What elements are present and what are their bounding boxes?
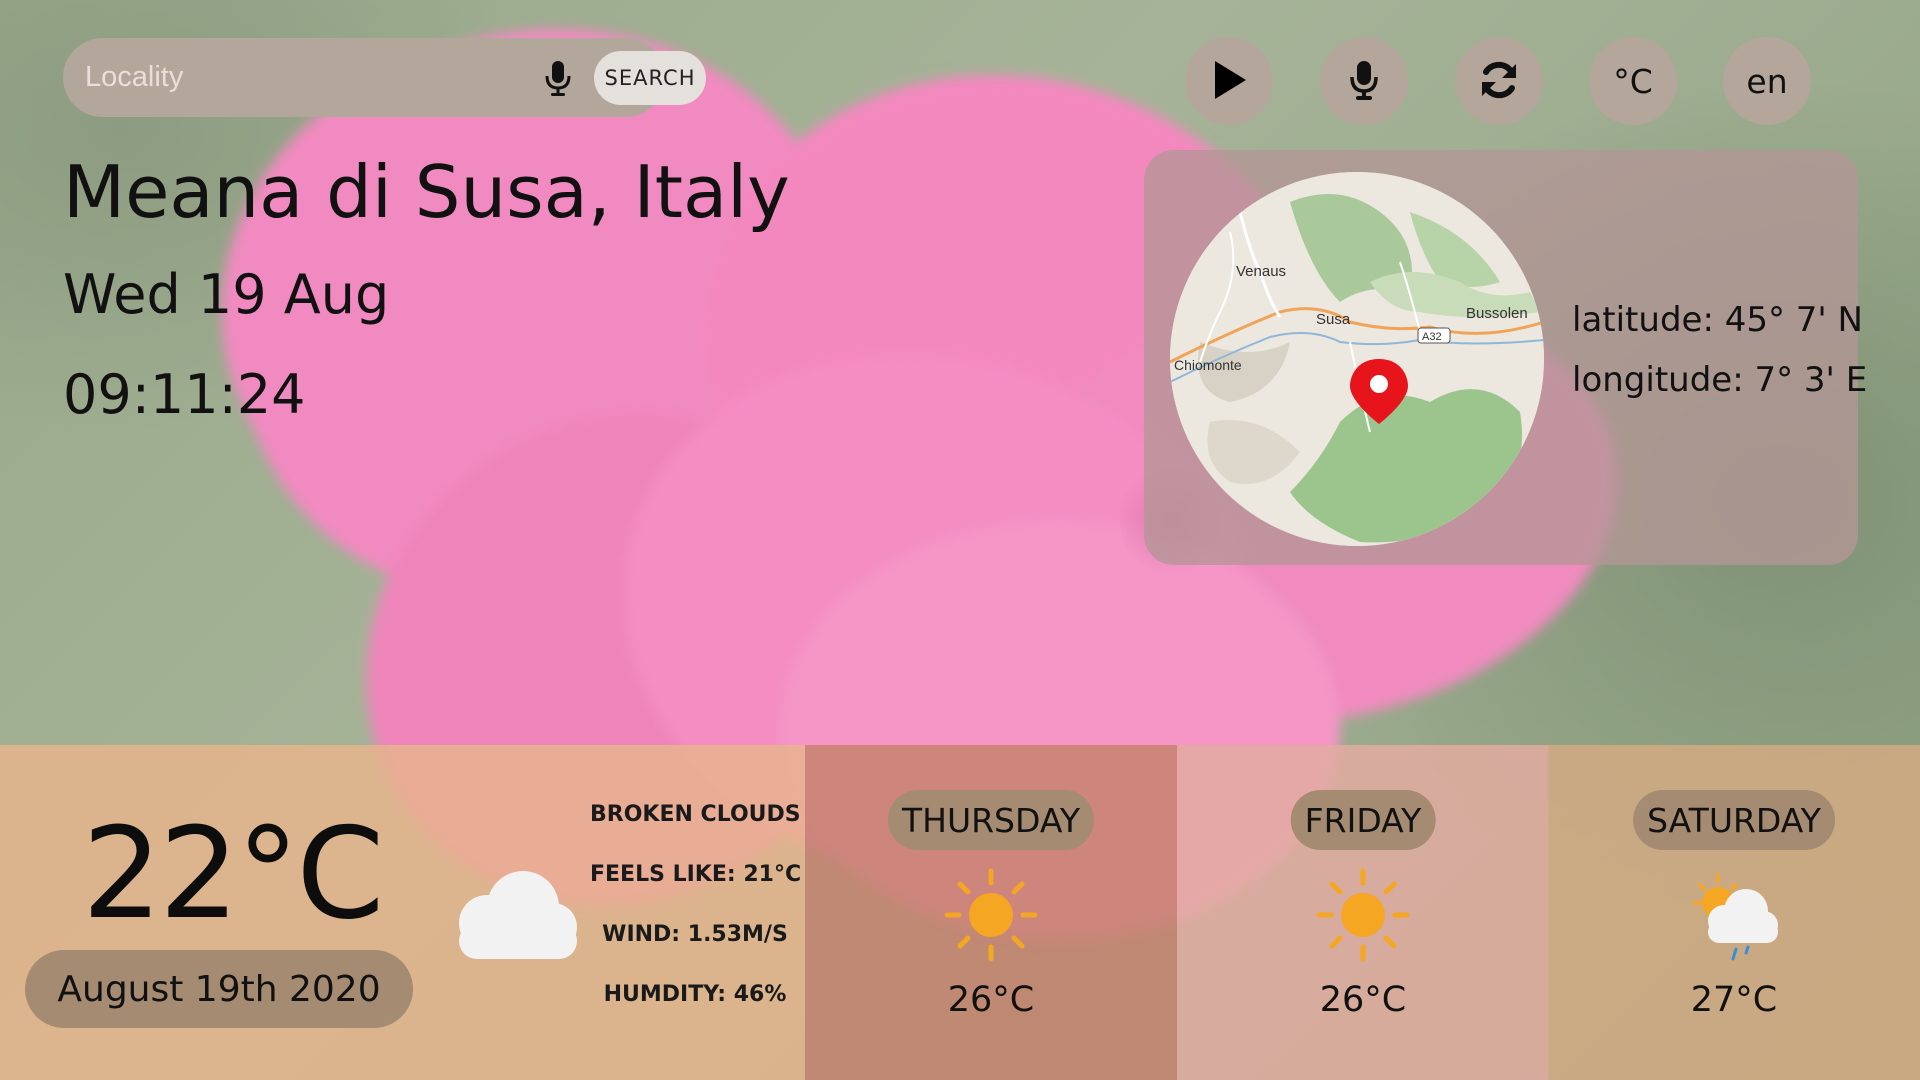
- language-button[interactable]: en: [1723, 37, 1811, 125]
- feels-like-text: FEELS LIKE: 21°C: [590, 862, 802, 887]
- location-title: Meana di Susa, Italy: [63, 150, 790, 234]
- play-button[interactable]: [1185, 37, 1273, 125]
- wind-text: WIND: 1.53M/S: [602, 922, 788, 947]
- coordinates: latitude: 45° 7' N longitude: 7° 3' E: [1572, 300, 1867, 420]
- current-weather: 22°C August 19th 2020 BROKEN CLOUDS FEEL…: [0, 745, 805, 1080]
- voice-button[interactable]: [1320, 37, 1408, 125]
- cloud-icon: [445, 865, 581, 961]
- search-button[interactable]: SEARCH: [594, 51, 706, 105]
- forecast-day: THURSDAY 26°C: [805, 745, 1177, 1080]
- microphone-icon[interactable]: [541, 58, 575, 98]
- map-label-a32: A32: [1422, 331, 1442, 343]
- map-label-susa: Susa: [1316, 311, 1351, 328]
- play-icon: [1209, 58, 1249, 105]
- unit-toggle-button[interactable]: °C: [1589, 37, 1677, 125]
- map-label-bussolen: Bussolen: [1466, 305, 1528, 322]
- forecast-day-label: FRIDAY: [1290, 790, 1436, 850]
- refresh-icon: [1477, 58, 1521, 105]
- microphone-icon: [1347, 58, 1381, 105]
- humidity-text: HUMDITY: 46%: [603, 982, 787, 1007]
- location-map[interactable]: Venaus Susa Bussolen Chiomonte A32: [1170, 172, 1544, 546]
- forecast-day-label: SATURDAY: [1633, 790, 1835, 850]
- forecast-temp: 26°C: [947, 980, 1035, 1020]
- refresh-button[interactable]: [1455, 37, 1543, 125]
- weather-details: BROKEN CLOUDS FEELS LIKE: 21°C WIND: 1.5…: [590, 800, 802, 1040]
- map-label-chiomonte: Chiomonte: [1174, 357, 1242, 373]
- latitude-text: latitude: 45° 7' N: [1572, 300, 1863, 340]
- forecast-temp: 26°C: [1319, 980, 1407, 1020]
- forecast-temp: 27°C: [1690, 980, 1778, 1020]
- unit-label: °C: [1613, 61, 1653, 101]
- search-bar: SEARCH: [63, 38, 706, 117]
- forecast-day: FRIDAY 26°C: [1177, 745, 1549, 1080]
- search-input[interactable]: [85, 56, 515, 98]
- map-card: Venaus Susa Bussolen Chiomonte A32 latit…: [1144, 150, 1867, 565]
- weather-panel: 22°C August 19th 2020 BROKEN CLOUDS FEEL…: [0, 745, 1920, 1080]
- sun-icon: [1313, 865, 1413, 965]
- condition-text: BROKEN CLOUDS: [590, 802, 801, 827]
- current-temperature: 22°C: [82, 800, 384, 947]
- current-time: 09:11:24: [63, 363, 306, 426]
- longitude-text: longitude: 7° 3' E: [1572, 360, 1868, 400]
- forecast-day-label: THURSDAY: [887, 790, 1095, 850]
- date-pill: August 19th 2020: [25, 950, 413, 1028]
- current-date: Wed 19 Aug: [63, 263, 390, 326]
- forecast-day: SATURDAY 27°C: [1548, 745, 1920, 1080]
- map-label-venaus: Venaus: [1236, 263, 1286, 280]
- sun-icon: [941, 865, 1041, 965]
- language-label: en: [1746, 61, 1788, 101]
- sun-cloud-rain-icon: [1684, 865, 1784, 965]
